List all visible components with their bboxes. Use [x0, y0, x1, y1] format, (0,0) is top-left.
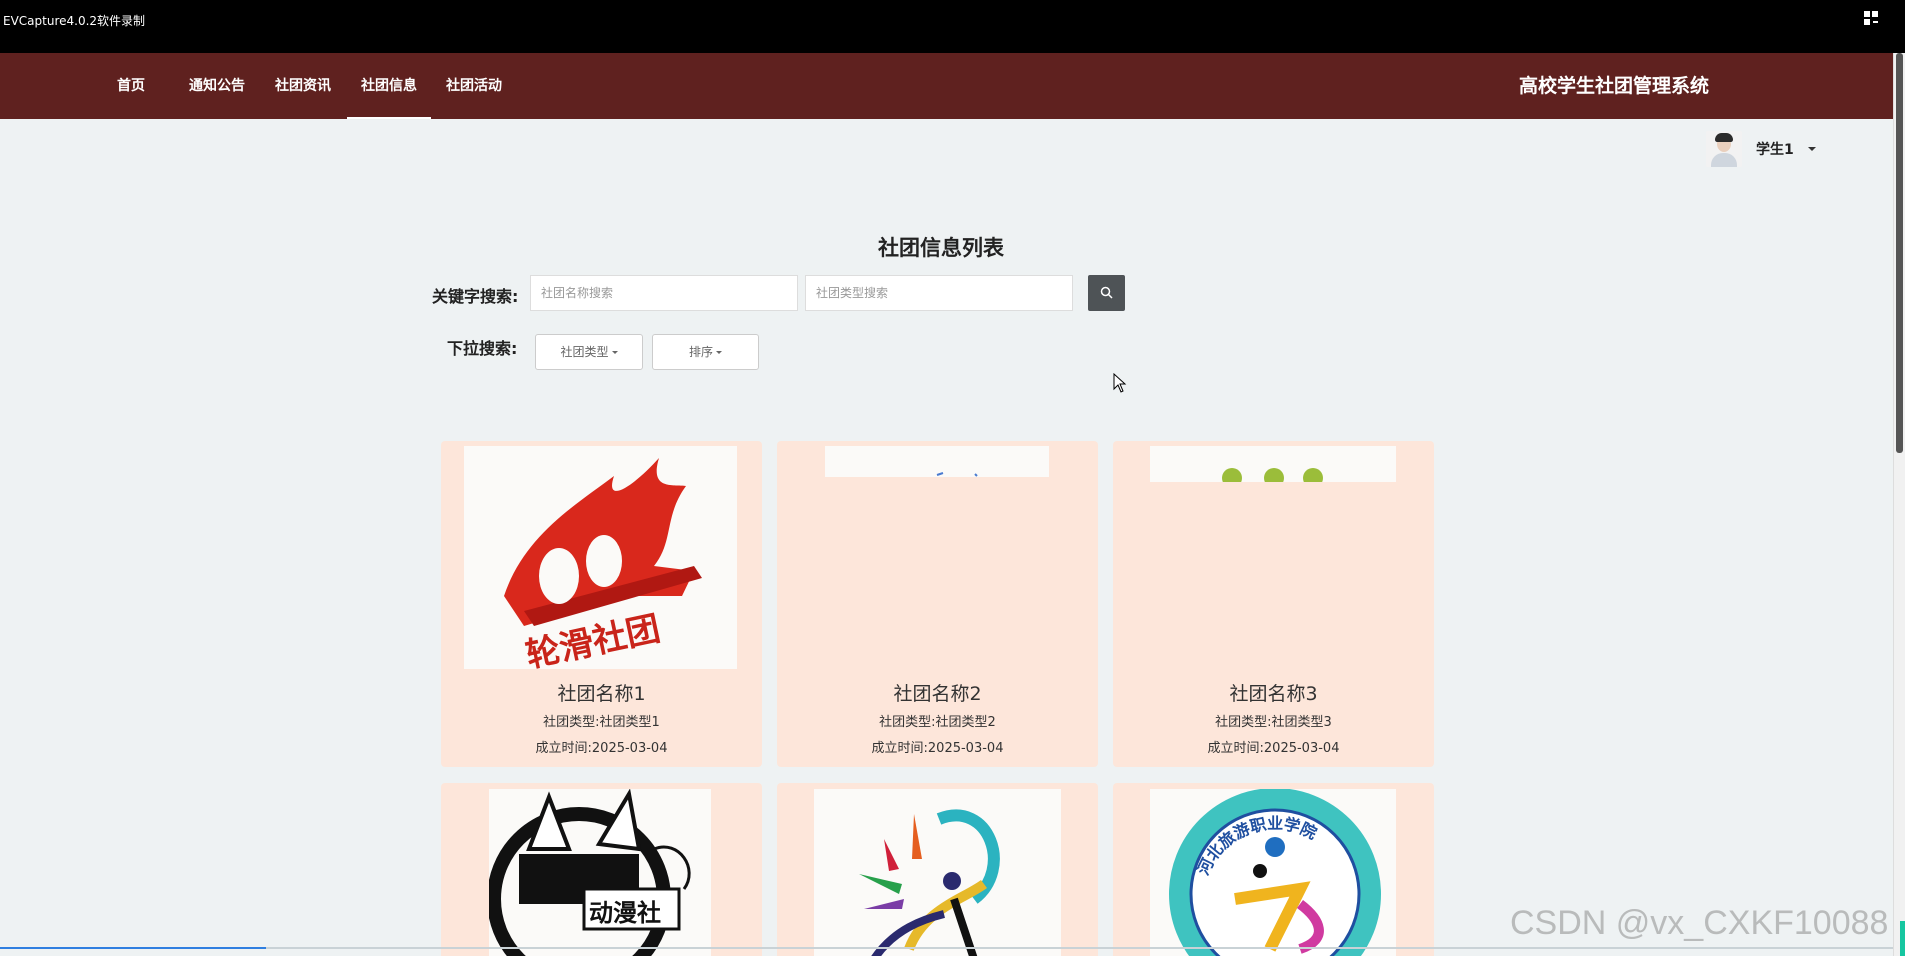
club-logo-image — [1150, 446, 1396, 482]
chevron-down-icon — [1807, 147, 1816, 151]
club-type: 社团类型:社团类型1 — [543, 715, 660, 730]
scrollbar-thumb[interactable] — [1896, 53, 1903, 453]
club-type-search-input[interactable] — [805, 275, 1073, 311]
page-title: 社团信息列表 — [878, 236, 1004, 260]
club-card[interactable]: 社团名称3 社团类型:社团类型3 成立时间:2025-03-04 — [1113, 441, 1434, 767]
user-menu[interactable]: 学生1 — [1706, 130, 1816, 168]
club-card[interactable]: 社团名称2 社团类型:社团类型2 成立时间:2025-03-04 — [777, 441, 1098, 767]
club-card[interactable] — [777, 783, 1098, 956]
roller-skating-logo: 轮滑社团 — [504, 458, 702, 669]
user-name: 学生1 — [1756, 142, 1794, 158]
club-name: 社团名称1 — [557, 683, 646, 705]
vertical-scrollbar[interactable] — [1893, 53, 1905, 956]
watermark: CSDN @vx_CXKF10088 — [1510, 904, 1889, 942]
club-name-search-input[interactable] — [530, 275, 798, 311]
dropdown-search-label: 下拉搜索: — [447, 339, 518, 358]
club-logo-image — [814, 789, 1061, 956]
club-name: 社团名称3 — [1229, 683, 1318, 705]
club-logo-image: 轮滑社团 — [464, 446, 737, 669]
club-logo-text: 动漫社 — [589, 899, 661, 927]
progress-track — [0, 947, 1893, 949]
nav-item-notices[interactable]: 通知公告 — [189, 53, 245, 119]
club-logo-image: 动漫社 — [489, 789, 711, 956]
dance-club-logo — [859, 809, 1000, 956]
club-type: 社团类型:社团类型2 — [879, 715, 996, 730]
sort-dropdown-label: 排序 — [688, 345, 713, 359]
nav-item-home[interactable]: 首页 — [117, 53, 145, 119]
capture-title: EVCapture4.0.2软件录制 — [3, 14, 146, 28]
site-title: 高校学生社团管理系统 — [1518, 75, 1709, 97]
club-type-dropdown-label: 社团类型 — [560, 345, 609, 359]
capture-toolbar: EVCapture4.0.2软件录制 — [0, 0, 1905, 53]
caret-down-icon — [716, 351, 722, 354]
caret-down-icon — [611, 351, 618, 354]
capture-grid-icon[interactable] — [1863, 10, 1879, 26]
sort-dropdown[interactable]: 排序 — [652, 334, 759, 370]
club-name: 社团名称2 — [893, 683, 982, 705]
club-card[interactable]: 动漫社 — [441, 783, 762, 956]
club-type-dropdown[interactable]: 社团类型 — [535, 334, 643, 370]
nav-item-club-info[interactable]: 社团信息 — [347, 53, 431, 119]
club-logo-image: 河北旅游职业学院 — [1150, 789, 1396, 956]
scroll-marker — [1900, 921, 1905, 956]
club-founded-date: 成立时间:2025-03-04 — [535, 741, 668, 756]
progress-indicator — [0, 947, 266, 949]
club-logo-image — [825, 446, 1049, 477]
club-card[interactable]: 轮滑社团 社团名称1 社团类型:社团类型1 成立时间:2025-03-04 — [441, 441, 762, 767]
mouse-cursor-icon — [1113, 373, 1127, 393]
nav-item-news[interactable]: 社团资讯 — [275, 53, 331, 119]
club-founded-date: 成立时间:2025-03-04 — [1207, 741, 1340, 756]
top-navbar: 首页 通知公告 社团资讯 社团信息 社团活动 高校学生社团管理系统 — [0, 53, 1893, 119]
avatar — [1706, 131, 1742, 167]
club-founded-date: 成立时间:2025-03-04 — [871, 741, 1004, 756]
club-type: 社团类型:社团类型3 — [1215, 715, 1332, 730]
search-icon — [1100, 286, 1113, 299]
college-logo: 河北旅游职业学院 — [1169, 789, 1381, 956]
keyword-search-label: 关键字搜索: — [432, 287, 519, 306]
club-card[interactable]: 河北旅游职业学院 — [1113, 783, 1434, 956]
search-button[interactable] — [1088, 275, 1125, 311]
nav-item-activities[interactable]: 社团活动 — [446, 53, 502, 119]
anime-club-logo: 动漫社 — [489, 789, 691, 956]
